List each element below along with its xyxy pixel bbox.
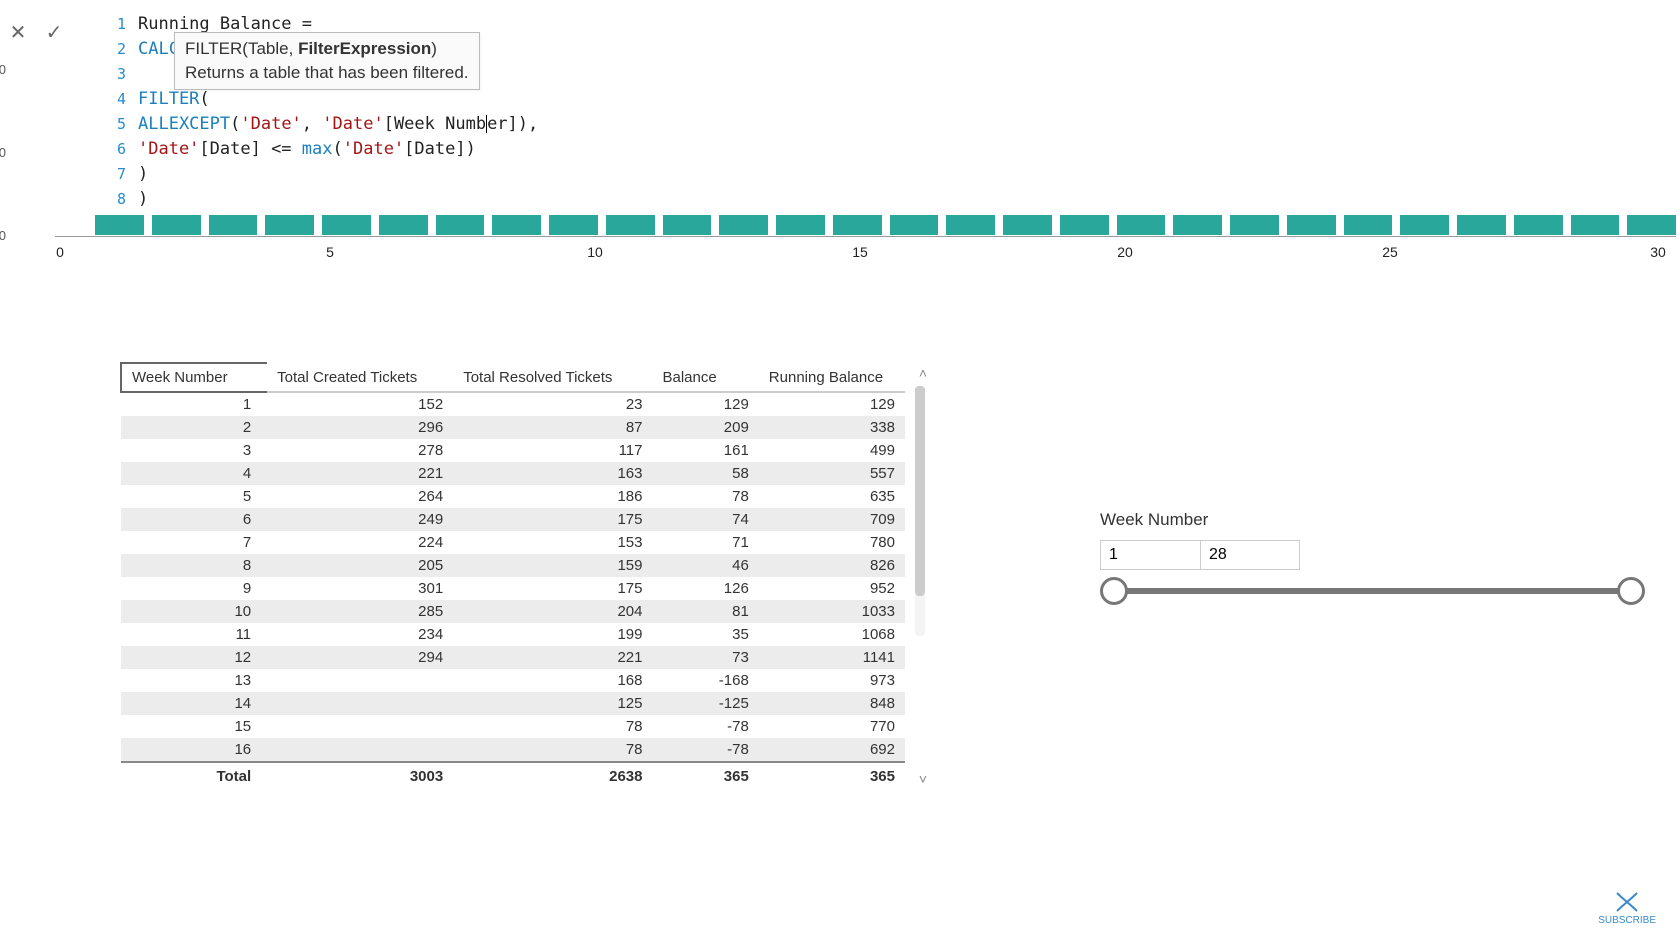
formula-bar: ✕ ✓ 12345678 Running Balance = CALC FILT… [4, 4, 1676, 214]
table-total-row: Total 3003 2638 365 365 [121, 762, 905, 790]
cancel-button[interactable]: ✕ [4, 18, 32, 46]
x-tick: 0 [56, 244, 64, 260]
col-week[interactable]: Week Number [121, 363, 267, 392]
table-row[interactable]: 229687209338 [121, 416, 905, 439]
total-running: 365 [759, 762, 905, 790]
table-row[interactable]: 624917574709 [121, 508, 905, 531]
chart-bars [95, 215, 1676, 235]
table-row[interactable]: 1678-78692 [121, 738, 905, 762]
table-header-row: Week Number Total Created Tickets Total … [121, 363, 905, 392]
commit-button[interactable]: ✓ [40, 18, 68, 46]
tooltip-desc: Returns a table that has been filtered. [185, 63, 469, 82]
y-tick-0: 0 [0, 228, 6, 243]
x-tick: 5 [326, 244, 334, 260]
table-row[interactable]: 14125-125848 [121, 692, 905, 715]
table-row[interactable]: 12294221731141 [121, 646, 905, 669]
slicer-title: Week Number [1100, 510, 1645, 530]
table-row[interactable]: 9301175126952 [121, 577, 905, 600]
table-row[interactable]: 820515946826 [121, 554, 905, 577]
data-table[interactable]: ˄ ˅ Week Number Total Created Tickets To… [120, 362, 905, 790]
slicer-max-input[interactable] [1200, 540, 1300, 570]
tooltip-sig-bold: FilterExpression [298, 39, 431, 58]
col-created[interactable]: Total Created Tickets [267, 363, 453, 392]
scrollbar-thumb[interactable] [915, 386, 925, 596]
table-row[interactable]: 10285204811033 [121, 600, 905, 623]
table-row[interactable]: 11234199351068 [121, 623, 905, 646]
slider-handle-max[interactable] [1617, 577, 1645, 605]
table-row[interactable]: 722415371780 [121, 531, 905, 554]
week-number-slicer[interactable]: Week Number [1100, 510, 1645, 594]
table-row[interactable]: 526418678635 [121, 485, 905, 508]
slicer-min-input[interactable] [1100, 540, 1200, 570]
tooltip-sig-pre: FILTER(Table, [185, 39, 298, 58]
x-tick: 20 [1117, 244, 1133, 260]
dna-icon [1613, 891, 1641, 913]
table-row[interactable]: 422116358557 [121, 462, 905, 485]
slider-handle-min[interactable] [1100, 577, 1128, 605]
x-tick: 10 [587, 244, 603, 260]
col-balance[interactable]: Balance [653, 363, 759, 392]
total-label: Total [121, 762, 267, 790]
x-tick: 30 [1650, 244, 1666, 260]
slider-track[interactable] [1114, 588, 1631, 594]
tooltip-sig-post: ) [431, 39, 437, 58]
x-tick: 15 [852, 244, 868, 260]
x-axis-line [55, 236, 1676, 237]
scroll-up-icon[interactable]: ˄ [919, 365, 927, 381]
logo-label: SUBSCRIBE [1598, 915, 1656, 926]
col-running[interactable]: Running Balance [759, 363, 905, 392]
total-balance: 365 [653, 762, 759, 790]
table-row[interactable]: 3278117161499 [121, 439, 905, 462]
total-resolved: 2638 [453, 762, 652, 790]
x-tick: 25 [1382, 244, 1398, 260]
table-row[interactable]: 13168-168973 [121, 669, 905, 692]
table-row[interactable]: 115223129129 [121, 392, 905, 416]
table-row[interactable]: 1578-78770 [121, 715, 905, 738]
line-gutter: 12345678 [102, 12, 132, 212]
col-resolved[interactable]: Total Resolved Tickets [453, 363, 652, 392]
total-created: 3003 [267, 762, 453, 790]
intellisense-tooltip: FILTER(Table, FilterExpression) Returns … [174, 32, 480, 90]
scroll-down-icon[interactable]: ˅ [919, 771, 927, 787]
subscribe-logo[interactable]: SUBSCRIBE [1598, 891, 1656, 926]
